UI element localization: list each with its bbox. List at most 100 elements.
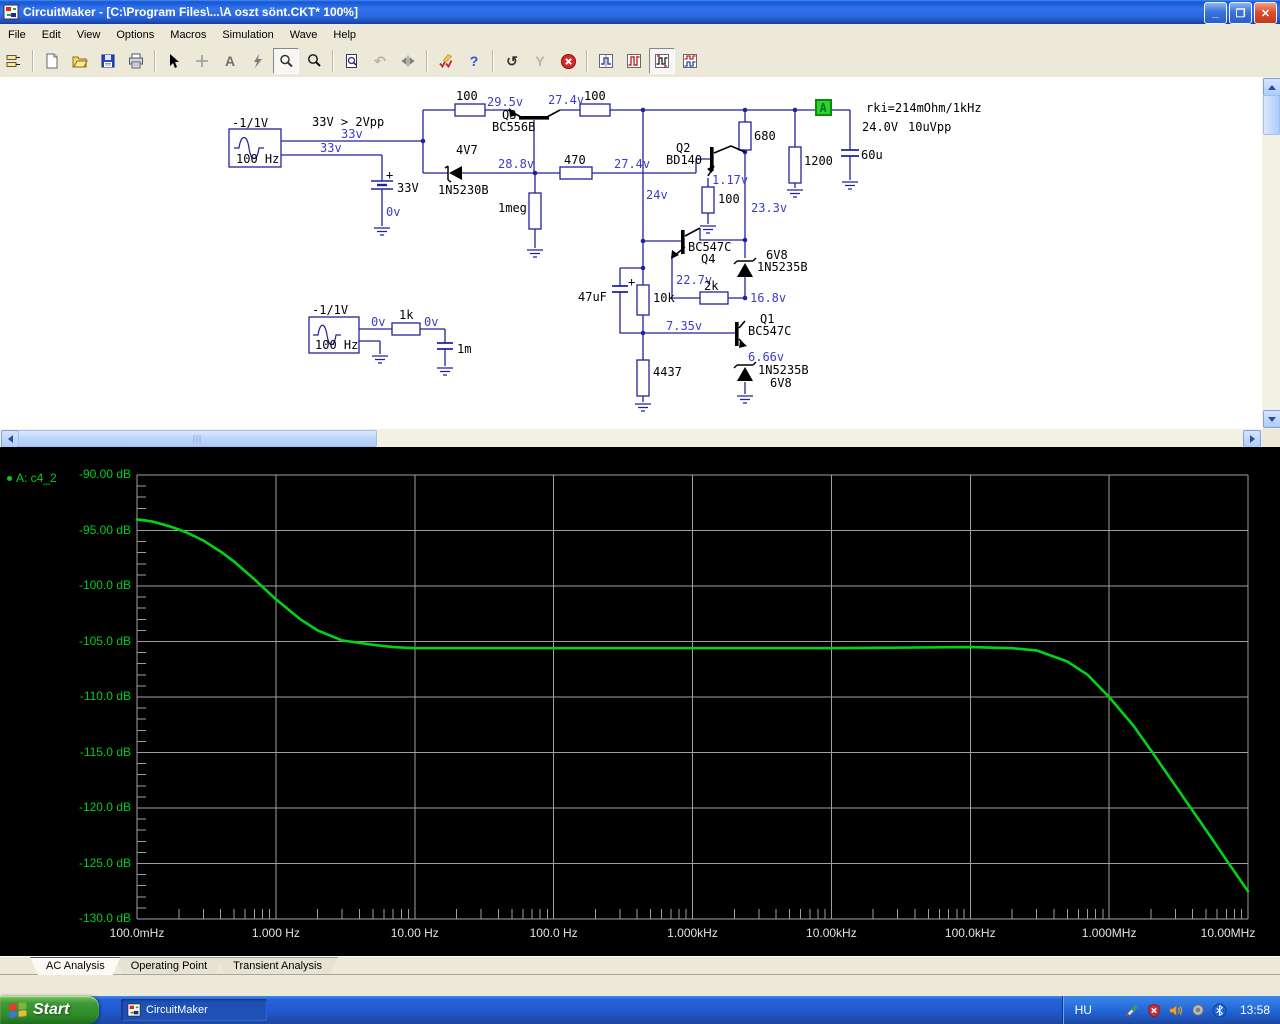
scroll-up-button[interactable] <box>1263 78 1280 96</box>
zener-4v7[interactable] <box>444 165 462 183</box>
tab-transient-analysis[interactable]: Transient Analysis <box>217 957 338 975</box>
open-file-button[interactable] <box>67 48 93 74</box>
simulation-check-button[interactable] <box>433 48 459 74</box>
r2k-value-label: 2k <box>704 279 719 293</box>
q3-part-label: BC556B <box>492 120 535 134</box>
pen-tablet-tray-icon[interactable] <box>1124 1002 1140 1018</box>
tab-ac-analysis[interactable]: AC Analysis <box>30 957 121 975</box>
node-voltage: 0v <box>424 315 438 329</box>
r2-value-label: 100 <box>584 89 606 103</box>
task-label: CircuitMaker <box>146 1004 208 1016</box>
y-axis-tick-label: -125.0 dB <box>78 855 131 870</box>
taskbar-task-circuitmaker[interactable]: CircuitMaker <box>121 999 267 1021</box>
scope-cursor-button[interactable] <box>593 48 619 74</box>
r470-value-label: 470 <box>564 153 586 167</box>
svg-text:A: A <box>820 101 828 115</box>
x-axis-tick-label: 1.000 Hz <box>251 926 300 940</box>
multi-trace-button[interactable] <box>677 48 703 74</box>
app-icon <box>3 4 19 20</box>
save-icon <box>101 54 115 68</box>
x-axis-tick-label: 10.00 Hz <box>390 926 439 940</box>
source1-range-label: -1/1V <box>232 116 268 130</box>
volume-tray-icon[interactable] <box>1168 1002 1184 1018</box>
print-button[interactable] <box>123 48 149 74</box>
horizontal-scroll-thumb[interactable] <box>18 430 377 447</box>
zoom-window-button[interactable] <box>339 48 365 74</box>
ac-analysis-plot[interactable]: A: c4_2 -90.00 dB -95.00 dB -100.0 dB -105.… <box>0 447 1280 956</box>
minimize-button[interactable]: _ <box>1204 2 1227 24</box>
mirror-button[interactable] <box>395 48 421 74</box>
component-browser-icon <box>6 55 20 67</box>
save-button[interactable] <box>95 48 121 74</box>
language-indicator[interactable]: HU <box>1075 1003 1092 1017</box>
plus-icon <box>196 55 208 67</box>
menu-help[interactable]: Help <box>325 26 364 44</box>
security-shield-tray-icon[interactable] <box>1146 1002 1162 1018</box>
rotate-icon: ↶ <box>374 53 386 69</box>
scrollbar-corner <box>1262 429 1280 447</box>
wire-tool-button[interactable] <box>189 48 215 74</box>
new-file-button[interactable] <box>39 48 65 74</box>
schematic-canvas[interactable]: A -1/1V 100 Hz 33V > 2Vpp 33v 33v + 33V … <box>0 77 1262 429</box>
title-bar[interactable]: CircuitMaker - [C:\Program Files\...\A o… <box>0 0 1280 24</box>
menu-wave[interactable]: Wave <box>282 26 326 44</box>
resistor-1200 <box>788 146 802 184</box>
close-button[interactable]: ✕ <box>1254 2 1277 24</box>
resistors[interactable] <box>391 103 802 397</box>
zener-6v8-upper[interactable] <box>733 257 757 278</box>
restore-button[interactable]: ❐ <box>1229 2 1252 24</box>
zener1-value-label: 4V7 <box>456 143 478 157</box>
taskbar-clock[interactable]: 13:58 <box>1240 1003 1270 1017</box>
component-browser-button[interactable] <box>1 48 27 74</box>
probe-marker-a[interactable]: A <box>815 99 832 116</box>
scroll-down-button[interactable] <box>1263 410 1280 428</box>
r4437-value-label: 4437 <box>653 365 682 379</box>
node-voltage: 33v <box>341 127 363 141</box>
device-tray-icon[interactable] <box>1190 1002 1206 1018</box>
y-axis-tick-label: -130.0 dB <box>78 911 131 925</box>
rq2-value-label: 100 <box>718 192 740 206</box>
bluetooth-tray-icon[interactable] <box>1212 1002 1228 1018</box>
node-voltage: 16.8v <box>750 291 786 305</box>
horizontal-scrollbar[interactable] <box>0 429 1262 448</box>
zener-6v8-lower[interactable] <box>733 361 757 381</box>
vertical-scroll-thumb[interactable] <box>1263 95 1280 135</box>
help-icon: ? <box>469 53 479 69</box>
text-tool-icon: A <box>224 53 236 69</box>
text-tool-button[interactable]: A <box>217 48 243 74</box>
window-bottom-strip <box>0 974 1280 997</box>
menu-edit[interactable]: Edit <box>34 26 69 44</box>
x-axis-tick-label: 100.0 Hz <box>529 926 578 940</box>
zener3-value-label: 6V8 <box>770 376 792 390</box>
zoom-tool-button[interactable] <box>301 48 327 74</box>
wave-edit-button[interactable] <box>649 48 675 74</box>
select-tool-button[interactable] <box>161 48 187 74</box>
scroll-left-button[interactable] <box>1 430 19 448</box>
menu-view[interactable]: View <box>69 26 109 44</box>
node-voltage: 7.35v <box>666 319 702 333</box>
windows-flag-icon <box>9 1002 27 1018</box>
step-button[interactable]: Y <box>527 48 553 74</box>
scroll-right-button[interactable] <box>1243 430 1261 448</box>
reset-button[interactable]: ↺ <box>499 48 525 74</box>
node-voltage: 28.8v <box>498 157 534 171</box>
probe-tool-button[interactable] <box>273 48 299 74</box>
stop-button[interactable] <box>555 48 581 74</box>
start-button[interactable]: Start <box>0 996 99 1024</box>
vertical-scrollbar[interactable] <box>1262 77 1280 429</box>
menu-macros[interactable]: Macros <box>162 26 214 44</box>
menu-options[interactable]: Options <box>108 26 162 44</box>
tab-operating-point[interactable]: Operating Point <box>115 957 223 975</box>
battery-33v[interactable] <box>371 180 393 190</box>
help-button[interactable]: ? <box>461 48 487 74</box>
menu-simulation[interactable]: Simulation <box>214 26 281 44</box>
taskbar: Start CircuitMaker HU 13:58 <box>0 996 1280 1024</box>
digital-wave-button[interactable] <box>621 48 647 74</box>
menu-file[interactable]: File <box>0 26 34 44</box>
start-label: Start <box>33 1001 70 1018</box>
transistor-q1[interactable] <box>735 320 747 348</box>
rotate-button[interactable]: ↶ <box>367 48 393 74</box>
window-title: CircuitMaker - [C:\Program Files\...\A o… <box>23 5 358 19</box>
resistor-2k <box>699 291 729 305</box>
delete-tool-button[interactable] <box>245 48 271 74</box>
